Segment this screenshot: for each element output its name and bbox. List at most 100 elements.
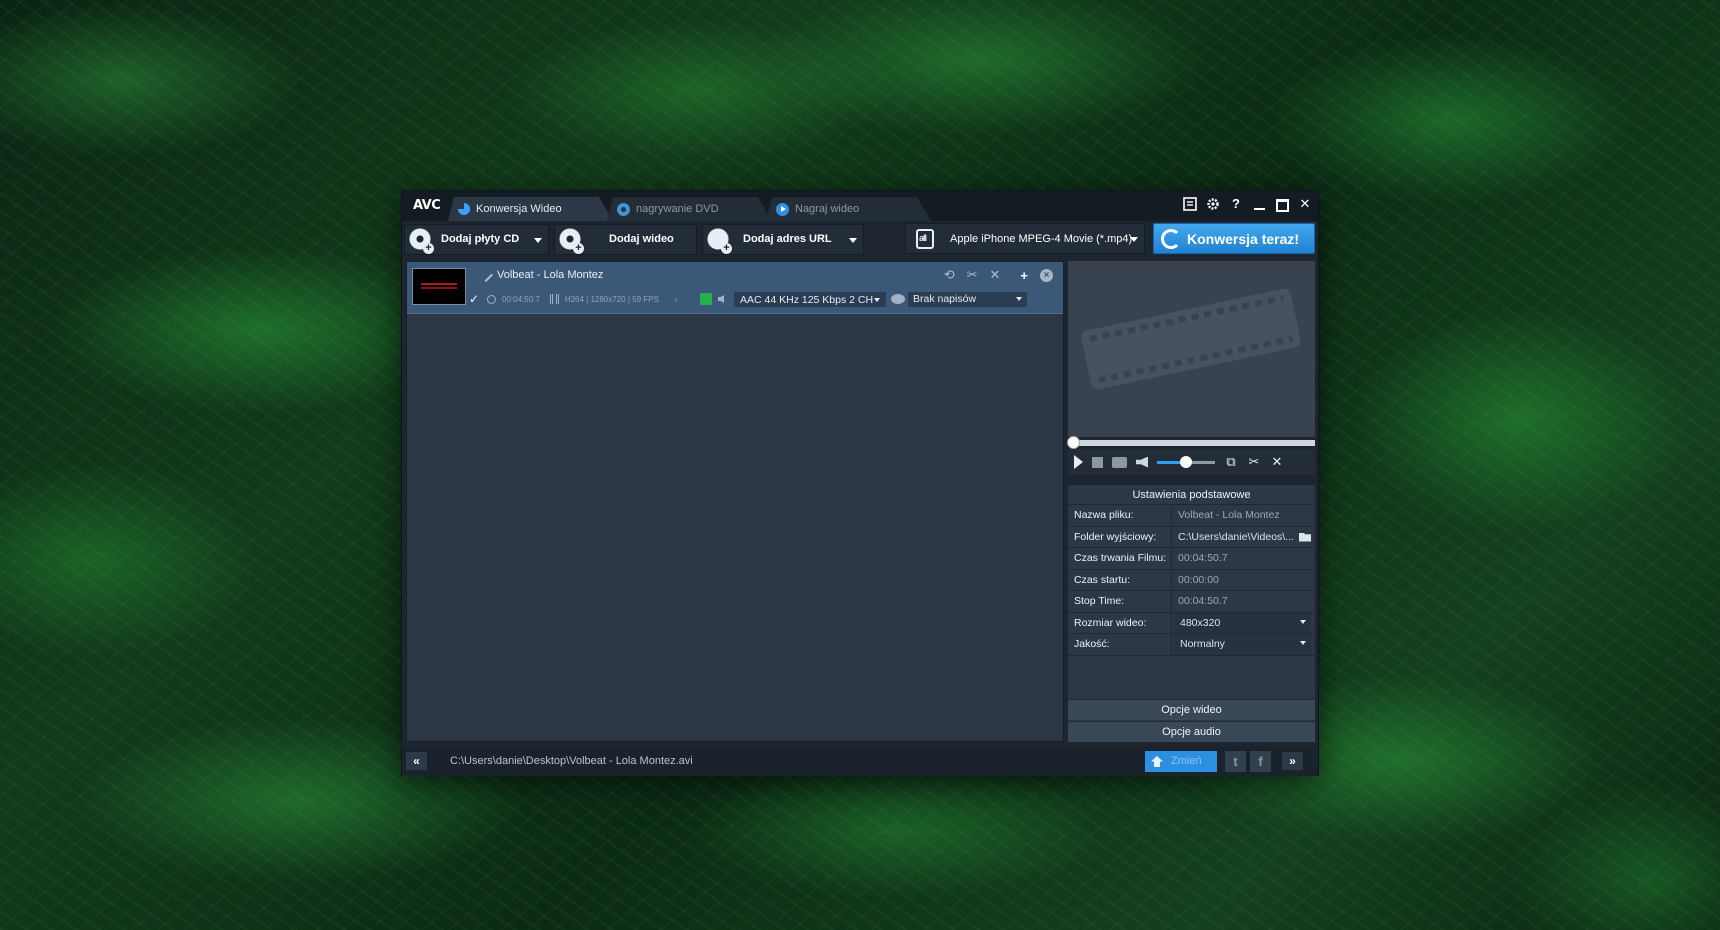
settings-label: Folder wyjściowy:: [1068, 526, 1172, 547]
add-video-label: Dodaj wideo: [609, 233, 674, 245]
play-circle-icon: [776, 203, 789, 216]
settings-label: Jakość:: [1068, 634, 1172, 655]
settings-row-stop-time: Stop Time: 00:04:50.7: [1068, 591, 1315, 613]
disc-add-icon: [409, 228, 434, 254]
settings-row-filename: Nazwa pliku: Volbeat - Lola Montez: [1068, 505, 1315, 527]
merge-icon[interactable]: ⧉: [1224, 454, 1238, 470]
checkbox[interactable]: ✓: [469, 293, 481, 305]
seek-handle[interactable]: [1067, 436, 1080, 449]
player-controls: ⧉ ✂ ✕: [1068, 449, 1315, 475]
subtitle-value: Brak napisów: [913, 293, 977, 305]
twitter-icon[interactable]: t: [1225, 751, 1246, 772]
chevron-down-icon: [1300, 641, 1306, 645]
audio-options-button[interactable]: Opcje audio: [1068, 721, 1315, 742]
convert-now-button[interactable]: Konwersja teraz!: [1153, 223, 1315, 254]
settings-label: Czas startu:: [1068, 569, 1172, 590]
output-folder-field[interactable]: C:\Users\danie\Videos\...: [1172, 527, 1315, 548]
collapse-left-button[interactable]: «: [406, 752, 427, 770]
file-meta: ✓ 00:04:50.7 H264 | 1280x720 | 59 FPS ›: [469, 293, 677, 305]
upgrade-button[interactable]: Zmień: [1145, 751, 1217, 772]
status-bar: « C:\Users\danie\Desktop\Volbeat - Lola …: [402, 746, 1318, 776]
device-all-icon: [916, 228, 934, 249]
facebook-icon[interactable]: f: [1250, 751, 1271, 772]
file-video-info: H264 | 1280x720 | 59 FPS: [564, 294, 659, 304]
add-url-button[interactable]: Dodaj adres URL: [702, 223, 864, 255]
audio-track-select[interactable]: AAC 44 KHz 125 Kbps 2 CH: [734, 292, 886, 307]
file-title[interactable]: Volbeat - Lola Montez: [478, 267, 603, 283]
video-options-button[interactable]: Opcje wideo: [1068, 699, 1315, 720]
app-logo: AVC: [413, 198, 441, 213]
maximize-button[interactable]: [1275, 197, 1289, 211]
film-icon: [549, 294, 559, 304]
play-icon[interactable]: [1074, 455, 1083, 469]
quality-value: Normalny: [1180, 638, 1225, 651]
toolbar: Dodaj płyty CD Dodaj wideo Dodaj adres U…: [402, 221, 1318, 257]
effects-icon[interactable]: ✕: [990, 267, 1001, 283]
subtitle-select[interactable]: Brak napisów: [908, 292, 1027, 307]
chevron-down-icon: [1300, 619, 1306, 624]
volume-slider[interactable]: [1157, 455, 1215, 468]
quality-select[interactable]: Normalny: [1174, 634, 1311, 655]
effects-icon[interactable]: ✕: [1270, 454, 1284, 470]
tab-label: nagrywanie DVD: [636, 203, 719, 215]
settings-label: Rozmiar wideo:: [1068, 612, 1172, 633]
film-reel-icon: [1080, 287, 1302, 391]
snapshot-icon[interactable]: [1112, 456, 1127, 468]
stop-icon[interactable]: [1092, 456, 1103, 468]
globe-add-icon: [707, 228, 732, 254]
folder-open-icon[interactable]: [1299, 532, 1311, 542]
filename-field[interactable]: Volbeat - Lola Montez: [1172, 505, 1315, 526]
settings-row-quality: Jakość: Normalny: [1068, 634, 1315, 656]
add-cd-button[interactable]: Dodaj płyty CD: [404, 223, 549, 255]
convert-now-label: Konwersja teraz!: [1187, 230, 1300, 247]
rotate-icon[interactable]: ⟲: [944, 267, 955, 283]
tab-record-video[interactable]: Nagraj wideo: [766, 197, 931, 221]
remove-item-button[interactable]: ×: [1040, 268, 1053, 282]
list-item[interactable]: Volbeat - Lola Montez ⟲ ✂ ✕ + × ✓ 00:04:…: [407, 262, 1063, 314]
video-size-select[interactable]: 480x320: [1174, 612, 1311, 633]
scissors-icon[interactable]: ✂: [967, 267, 978, 283]
seek-slider[interactable]: [1067, 436, 1315, 449]
video-preview: [1068, 261, 1315, 437]
close-button[interactable]: ✕: [1298, 197, 1312, 211]
file-duration: 00:04:50.7: [502, 294, 540, 304]
gear-icon[interactable]: [1206, 197, 1220, 211]
speaker-icon: [718, 295, 724, 303]
settings-row-start-time: Czas startu: 00:00:00: [1068, 569, 1315, 591]
title-bar: AVC Konwersja Wideo nagrywanie DVD Nagra…: [402, 191, 1318, 221]
output-profile-label: Apple iPhone MPEG-4 Movie (*.mp4): [950, 232, 1133, 245]
volume-icon[interactable]: [1136, 456, 1148, 468]
tab-label: Konwersja Wideo: [476, 203, 562, 215]
list-icon[interactable]: [1183, 197, 1197, 211]
disc-icon: [617, 203, 630, 216]
clock-icon: [487, 294, 496, 304]
audio-track-value: AAC 44 KHz 125 Kbps 2 CH: [740, 294, 874, 306]
status-file-path: C:\Users\danie\Desktop\Volbeat - Lola Mo…: [450, 755, 693, 767]
pencil-icon[interactable]: [478, 267, 494, 283]
start-time-field[interactable]: 00:00:00: [1172, 570, 1315, 591]
plus-icon[interactable]: +: [1020, 268, 1028, 283]
video-thumbnail: [412, 268, 466, 305]
chevron-down-icon: [1130, 237, 1138, 242]
expand-right-button[interactable]: »: [1282, 752, 1303, 770]
chevron-down-icon[interactable]: [534, 237, 542, 243]
video-size-value: 480x320: [1180, 616, 1221, 629]
audio-track-icon: [700, 293, 712, 305]
help-button[interactable]: ?: [1229, 197, 1243, 211]
chevron-right-icon: ›: [674, 294, 678, 304]
refresh-icon: [458, 203, 470, 215]
minimize-button[interactable]: [1252, 197, 1266, 211]
add-video-button[interactable]: Dodaj wideo: [554, 223, 697, 255]
scissors-icon[interactable]: ✂: [1247, 454, 1261, 470]
duration-value: 00:04:50.7: [1178, 552, 1228, 565]
chevron-down-icon[interactable]: [849, 237, 857, 243]
tab-dvd-burning[interactable]: nagrywanie DVD: [607, 197, 772, 221]
settings-row-output-folder: Folder wyjściowy: C:\Users\danie\Videos\…: [1068, 526, 1315, 548]
settings-label: Czas trwania Filmu:: [1068, 548, 1172, 569]
output-profile-select[interactable]: Apple iPhone MPEG-4 Movie (*.mp4): [905, 223, 1145, 254]
row-actions: ⟲ ✂ ✕ + ×: [944, 267, 1053, 283]
volume-handle[interactable]: [1180, 455, 1192, 468]
tab-video-conversion[interactable]: Konwersja Wideo: [448, 197, 613, 221]
film-add-icon: [559, 228, 584, 254]
stop-time-field[interactable]: 00:04:50.7: [1172, 591, 1315, 612]
